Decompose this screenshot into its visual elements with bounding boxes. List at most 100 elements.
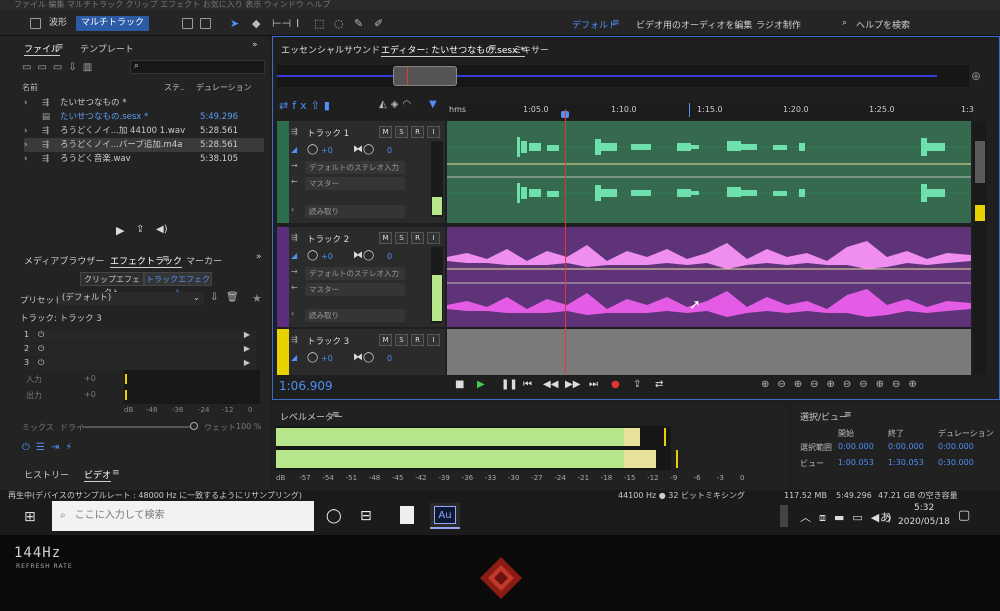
- play-icon[interactable]: ▶: [477, 379, 485, 390]
- track-pan[interactable]: 0: [387, 354, 392, 363]
- track-1-header[interactable]: トラック 1 ⇶ M S R I ◢ ◯ +0 ⧓◯ 0 → デフォルトのステレ…: [277, 121, 445, 223]
- editor-menu-icon[interactable]: ≡: [489, 43, 497, 53]
- view-start[interactable]: 1:00.053: [838, 458, 874, 467]
- mute-button[interactable]: M: [379, 126, 392, 138]
- zoom-controls-icons[interactable]: ⊕⊖⊕⊖⊕⊖⊖⊕⊖⊕: [761, 379, 925, 390]
- file-search-input[interactable]: ⌕: [130, 60, 265, 74]
- task-view-icon[interactable]: ⊟: [360, 508, 372, 524]
- level-meter-menu-icon[interactable]: ≡: [332, 410, 340, 420]
- search-icon[interactable]: ⌕: [842, 18, 847, 28]
- clock-date[interactable]: 2020/05/18: [898, 517, 950, 527]
- column-status[interactable]: ステ..: [164, 82, 185, 93]
- rewind-icon[interactable]: ◀◀: [543, 379, 558, 390]
- zoom-nav-icon[interactable]: ⊕: [971, 69, 981, 83]
- file-actions-icons[interactable]: ▭▭▭⇩▥: [22, 62, 98, 73]
- column-duration[interactable]: デュレーション: [196, 82, 252, 93]
- pan-knob-icon[interactable]: ⧓◯: [353, 250, 374, 261]
- tab-files[interactable]: ファイル: [24, 42, 61, 56]
- track-1-name[interactable]: トラック 1: [307, 127, 349, 139]
- track-1-clip[interactable]: [447, 121, 971, 223]
- spectral-icon[interactable]: [200, 18, 211, 29]
- tab-video[interactable]: ビデオ: [84, 468, 112, 482]
- skip-selection-icon[interactable]: ⇄: [655, 379, 663, 390]
- notification-icon[interactable]: ▢: [958, 508, 970, 523]
- skip-end-icon[interactable]: ⏭: [589, 379, 598, 390]
- scrollbar-thumb[interactable]: [975, 141, 985, 183]
- preset-dropdown[interactable]: (デフォルト) ⌄: [58, 292, 204, 305]
- overview-bar[interactable]: [277, 65, 969, 87]
- selection-duration[interactable]: 0:00.000: [938, 442, 974, 451]
- record-arm-button[interactable]: R: [411, 126, 424, 138]
- track-drag-icon[interactable]: ⇶: [291, 233, 298, 242]
- track-input-dropdown[interactable]: デフォルトのステレオ入力: [305, 267, 405, 280]
- input-monitor-button[interactable]: I: [427, 232, 440, 244]
- slot-arrow-icon[interactable]: ▶: [244, 330, 250, 339]
- power-icon[interactable]: ⏻: [38, 330, 44, 340]
- loop-icon[interactable]: ⇪: [633, 379, 641, 390]
- spot-healing-tool-icon[interactable]: ✐: [374, 17, 383, 30]
- expand-arrow-icon[interactable]: ›: [291, 205, 294, 214]
- expand-arrow-icon[interactable]: ›: [24, 152, 27, 166]
- slot-arrow-icon[interactable]: ▶: [244, 344, 250, 353]
- tab-effects-rack[interactable]: エフェクトラック: [110, 254, 183, 268]
- menu-bar[interactable]: ファイル 編集 マルチトラック クリップ エフェクト お気に入り 表示 ウィンド…: [0, 0, 1000, 10]
- file-row[interactable]: › ⇶ ろうどくノイ...加 44100 1.wav 5:28.561: [24, 124, 264, 138]
- input-monitor-button[interactable]: I: [427, 126, 440, 138]
- tab-editor[interactable]: エディター: たいせつなもの.sesx *: [381, 43, 525, 57]
- brush-tool-icon[interactable]: ✎: [354, 17, 363, 30]
- expand-panel-icon[interactable]: »: [256, 252, 262, 262]
- track-pan[interactable]: 0: [387, 146, 392, 155]
- input-monitor-button[interactable]: I: [427, 334, 440, 346]
- track-pan[interactable]: 0: [387, 252, 392, 261]
- track-tools-icons[interactable]: ⇄fx⇧▮: [279, 99, 334, 112]
- mix-slider[interactable]: [82, 426, 194, 428]
- vertical-scrollbar[interactable]: [973, 121, 987, 375]
- track-3-header[interactable]: トラック 3 ⇶ M S R I ◢ ◯ +0 ⧓◯ 0: [277, 329, 445, 375]
- video-menu-icon[interactable]: ≡: [112, 468, 120, 478]
- clock-time[interactable]: 5:32: [914, 503, 934, 513]
- files-menu-icon[interactable]: ≡: [56, 42, 64, 52]
- slip-tool-icon[interactable]: ⊢⊣: [272, 17, 291, 30]
- delete-preset-icon[interactable]: 🗑: [226, 292, 239, 303]
- marquee-tool-icon[interactable]: ⬚: [314, 17, 324, 30]
- pan-knob-icon[interactable]: ⧓◯: [353, 144, 374, 155]
- time-selection-tool-icon[interactable]: I: [296, 17, 299, 30]
- metronome-snap-icons[interactable]: ◭◈◠: [379, 99, 415, 110]
- expand-arrow-icon[interactable]: ›: [24, 124, 27, 138]
- record-icon[interactable]: ●: [611, 379, 620, 390]
- stop-icon[interactable]: ■: [455, 379, 464, 390]
- tab-markers[interactable]: マーカー: [186, 254, 222, 267]
- column-name[interactable]: 名前: [22, 82, 38, 93]
- track-volume[interactable]: +0: [321, 146, 333, 155]
- export-icon[interactable]: ⇪: [136, 224, 144, 235]
- tab-media-browser[interactable]: メディアブラウザー: [24, 254, 104, 267]
- track-output-dropdown[interactable]: マスター: [305, 177, 405, 190]
- solo-button[interactable]: S: [395, 232, 408, 244]
- selection-start[interactable]: 0:00.000: [838, 442, 874, 451]
- expand-arrow-icon[interactable]: ›: [24, 96, 27, 110]
- auto-play-icon[interactable]: ◀): [156, 224, 168, 235]
- effect-slot[interactable]: 1 ⏻ ▶: [24, 330, 256, 342]
- workspace-radio[interactable]: ラジオ制作: [756, 18, 801, 31]
- multitrack-button[interactable]: マルチトラック: [76, 16, 150, 31]
- effect-slot[interactable]: 2 ⏻ ▶: [24, 344, 256, 356]
- workspace-menu-icon[interactable]: ≡: [612, 18, 620, 28]
- automation-mode-dropdown[interactable]: 読み取り: [305, 205, 405, 218]
- mix-slider-handle[interactable]: [190, 422, 198, 430]
- track-volume[interactable]: +0: [321, 354, 333, 363]
- solo-button[interactable]: S: [395, 126, 408, 138]
- clip-effects-tab[interactable]: クリップエフェクト: [80, 272, 144, 297]
- tab-templates[interactable]: テンプレート: [80, 42, 134, 55]
- track-3-lane[interactable]: [447, 329, 971, 375]
- track-effects-tab[interactable]: トラックエフェクト: [144, 272, 212, 297]
- track-2-name[interactable]: トラック 2: [307, 233, 349, 245]
- timecode-display[interactable]: 1:06.909: [279, 379, 333, 393]
- file-row[interactable]: › ⇶ たいせつなもの *: [24, 96, 264, 110]
- windows-start-icon[interactable]: ⊞: [24, 509, 36, 525]
- lasso-tool-icon[interactable]: ◌: [334, 17, 344, 30]
- track-drag-icon[interactable]: ⇶: [291, 335, 298, 344]
- track-input-dropdown[interactable]: デフォルトのステレオ入力: [305, 161, 405, 174]
- workspace-default[interactable]: デフォルト: [572, 18, 617, 31]
- skip-start-icon[interactable]: ⏮: [523, 379, 532, 390]
- fast-forward-icon[interactable]: ▶▶: [565, 379, 580, 390]
